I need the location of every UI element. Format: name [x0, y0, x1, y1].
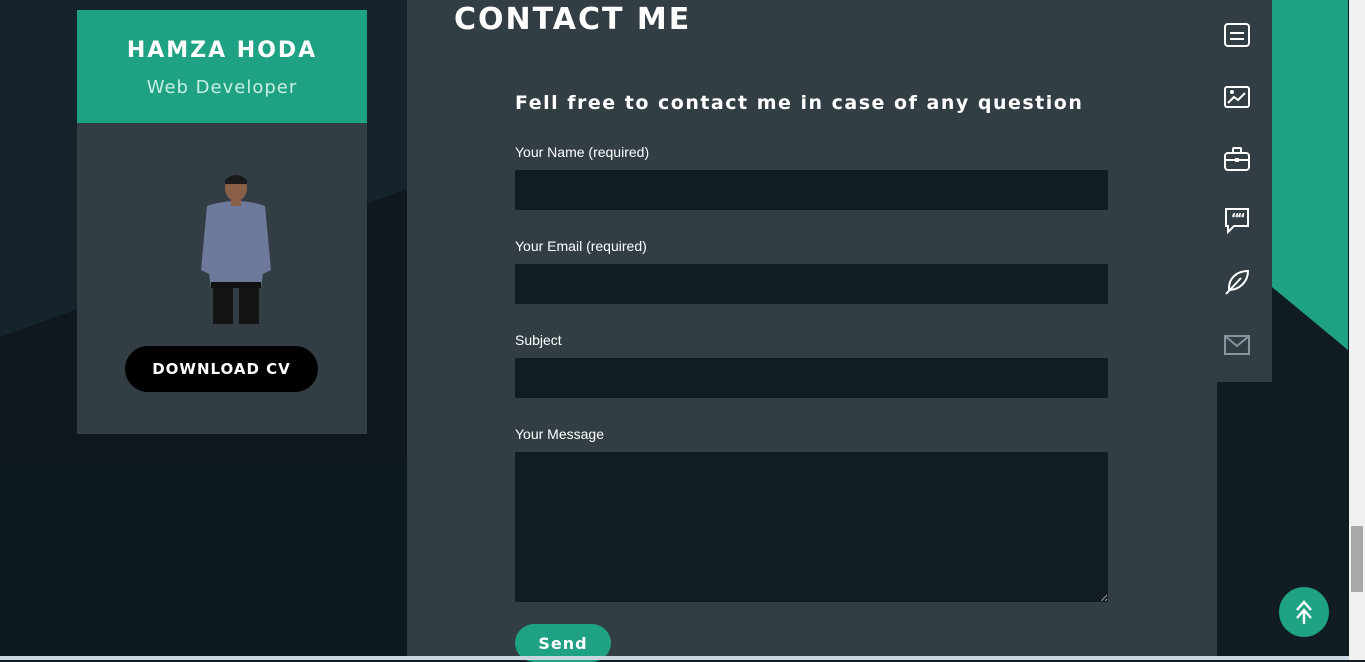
double-arrow-up-icon [1296, 600, 1312, 624]
avatar [201, 175, 271, 324]
email-label: Your Email (required) [515, 238, 647, 254]
testimonial-icon: “ “ [1225, 208, 1249, 234]
message-label: Your Message [515, 426, 604, 442]
svg-text:“: “ [1237, 212, 1246, 227]
email-field[interactable] [515, 264, 1108, 304]
resume-icon [1224, 23, 1250, 47]
scroll-to-top-button[interactable] [1279, 587, 1329, 637]
blog-feather-icon [1225, 269, 1250, 295]
side-nav: “ “ [1208, 0, 1272, 382]
scrollbar-thumb[interactable] [1351, 526, 1363, 592]
nav-experience[interactable] [1222, 144, 1252, 174]
portfolio-icon [1224, 86, 1250, 108]
profile-name: HAMZA HODA [126, 38, 318, 63]
page-scrollbar[interactable] [1349, 0, 1365, 660]
profile-card: HAMZA HODA Web Developer DOWNLOAD CV [77, 10, 367, 434]
nav-contact[interactable] [1222, 330, 1252, 360]
contact-section: CONTACT ME Fell free to contact me in ca… [407, 0, 1217, 662]
subject-field[interactable] [515, 358, 1108, 398]
name-label: Your Name (required) [515, 144, 650, 160]
subject-label: Subject [515, 332, 562, 348]
mail-icon [1224, 335, 1250, 355]
nav-portfolio[interactable] [1222, 82, 1252, 112]
nav-testimonials[interactable]: “ “ [1222, 205, 1252, 235]
download-cv-button[interactable]: DOWNLOAD CV [125, 346, 318, 392]
profile-role: Web Developer [146, 77, 298, 98]
nav-blog[interactable] [1222, 267, 1252, 297]
contact-intro: Fell free to contact me in case of any q… [515, 92, 1084, 114]
profile-header: HAMZA HODA Web Developer [77, 10, 367, 123]
taskbar-edge [0, 656, 1349, 660]
section-title: CONTACT ME [454, 2, 692, 37]
message-field[interactable] [515, 452, 1108, 602]
nav-resume[interactable] [1222, 20, 1252, 50]
briefcase-icon [1224, 147, 1250, 171]
name-field[interactable] [515, 170, 1108, 210]
